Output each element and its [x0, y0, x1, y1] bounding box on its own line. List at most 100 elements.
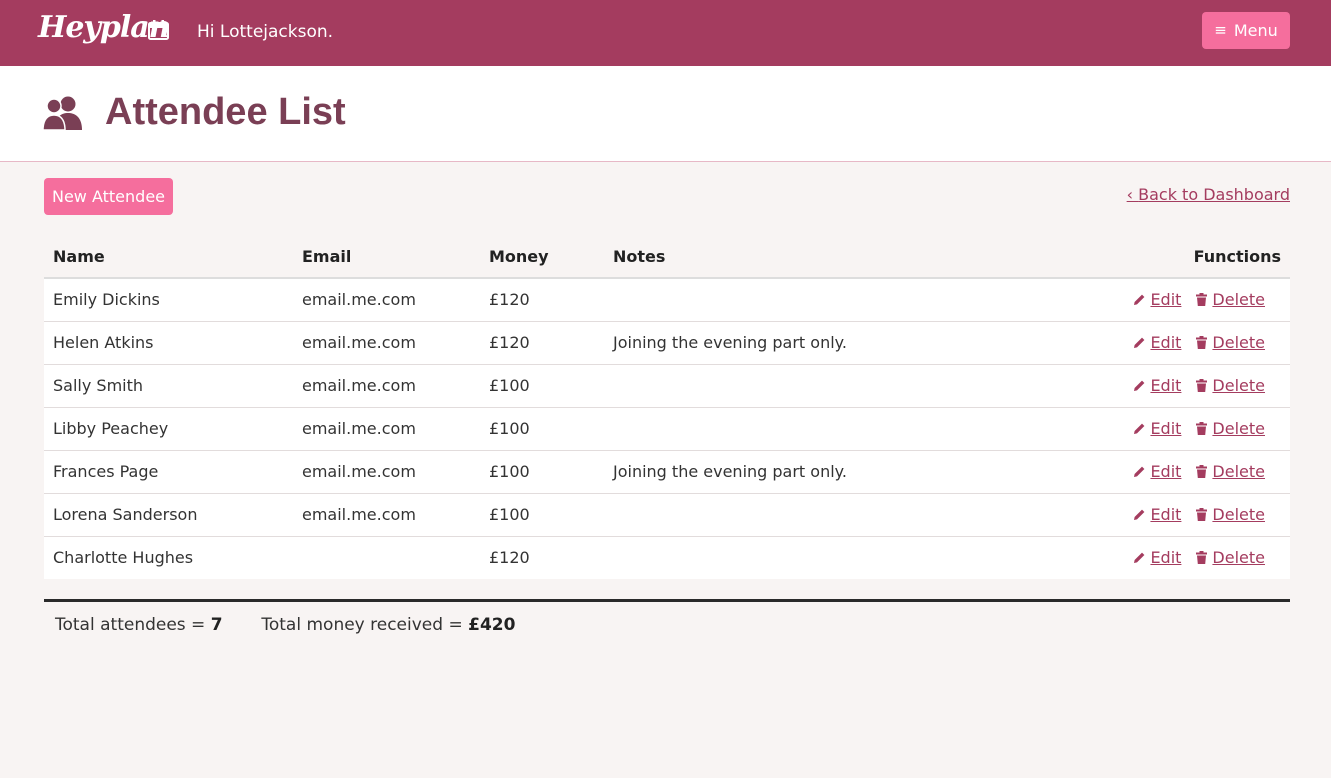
cell-functions: Edit Delete	[1024, 492, 1290, 536]
cell-functions: Edit Delete	[1024, 406, 1290, 450]
header-functions: Functions	[1024, 236, 1290, 279]
cell-email: email.me.com	[302, 290, 416, 310]
cell-notes: Joining the evening part only.	[604, 320, 1024, 364]
cell-functions: Edit Delete	[1024, 363, 1290, 407]
back-link-label: Back to Dashboard	[1138, 185, 1290, 204]
total-money-value: £420	[468, 615, 516, 635]
header-money: Money	[480, 236, 604, 279]
total-attendees-value: 7	[210, 615, 223, 635]
delete-label: Delete	[1212, 419, 1265, 438]
edit-label: Edit	[1150, 462, 1182, 481]
cell-name: Charlotte Hughes	[44, 535, 293, 579]
edit-label: Edit	[1150, 505, 1182, 524]
cell-money: £120	[489, 290, 530, 310]
new-attendee-button[interactable]: New Attendee	[44, 178, 173, 215]
delete-link[interactable]: Delete	[1195, 462, 1265, 481]
cell-name: Lorena Sanderson	[44, 492, 293, 536]
cell-notes	[604, 492, 1024, 536]
header-name: Name	[44, 236, 293, 279]
edit-link[interactable]: Edit	[1133, 505, 1181, 524]
table-row: Charlotte Hughes £120 Edit Delete	[44, 535, 1290, 579]
edit-link[interactable]: Edit	[1133, 548, 1181, 567]
cell-money: £120	[480, 535, 604, 579]
cell-functions: Edit Delete	[1024, 278, 1290, 321]
pencil-icon	[1134, 423, 1145, 434]
edit-label: Edit	[1150, 548, 1182, 568]
trash-icon	[1196, 465, 1208, 478]
header-notes: Notes	[604, 236, 1024, 279]
cell-email: email.me.com	[293, 363, 480, 407]
table-row: Frances Page email.me.com £100 Joining the …	[44, 449, 1290, 493]
cell-functions: Edit Delete	[1024, 320, 1290, 364]
total-attendees-label: Total attendees =	[55, 615, 211, 635]
cell-email: email.me.com	[293, 492, 480, 536]
delete-link[interactable]: Delete	[1195, 333, 1265, 352]
cell-name: Emily Dickins	[53, 290, 160, 310]
hamburger-icon: ≡	[1214, 21, 1227, 39]
edit-label: Edit	[1150, 290, 1182, 310]
top-bar: Heyplan Hi Lottejackson. ≡ Menu	[0, 0, 1331, 66]
edit-link[interactable]: Edit	[1133, 290, 1181, 309]
table-row: Helen Atkins email.me.com £120 Joining the …	[44, 320, 1290, 364]
table-divider	[44, 599, 1290, 602]
page-title: Attendee List	[105, 91, 346, 133]
cell-functions: Edit Delete	[1024, 449, 1290, 493]
edit-link[interactable]: Edit	[1133, 376, 1181, 395]
users-icon	[43, 96, 82, 131]
totals-summary: Total attendees = 7 Total money received…	[55, 615, 515, 635]
pencil-icon	[1134, 466, 1145, 477]
delete-label: Delete	[1212, 290, 1265, 310]
cell-notes: Joining the evening part only.	[604, 449, 1024, 493]
cell-functions: Edit Delete	[1024, 535, 1290, 579]
delete-link[interactable]: Delete	[1195, 548, 1265, 567]
total-money-label: Total money received =	[261, 615, 469, 635]
delete-label: Delete	[1212, 505, 1265, 524]
delete-link[interactable]: Delete	[1195, 376, 1265, 395]
cell-notes	[604, 363, 1024, 407]
cell-email: email.me.com	[293, 406, 480, 450]
cell-name: Sally Smith	[44, 363, 293, 407]
pencil-icon	[1134, 294, 1145, 306]
menu-button[interactable]: ≡ Menu	[1202, 12, 1290, 49]
user-greeting: Hi Lottejackson.	[197, 22, 334, 42]
edit-label: Edit	[1150, 376, 1182, 395]
edit-link[interactable]: Edit	[1133, 333, 1181, 352]
cell-money: £100	[480, 492, 604, 536]
delete-label: Delete	[1212, 333, 1265, 352]
cell-name: Libby Peachey	[44, 406, 293, 450]
cell-email	[293, 535, 480, 579]
pencil-icon	[1134, 509, 1145, 520]
attendee-table: Name Email Money Notes Functions Emily D…	[44, 236, 1290, 579]
trash-icon	[1196, 336, 1208, 349]
page-header: Attendee List	[0, 66, 1331, 162]
delete-link[interactable]: Delete	[1195, 290, 1265, 309]
cell-notes	[604, 535, 1024, 579]
cell-money: £100	[480, 449, 604, 493]
delete-label: Delete	[1212, 548, 1265, 568]
trash-icon	[1196, 508, 1208, 521]
calendar-icon	[148, 20, 169, 40]
pencil-icon	[1134, 380, 1145, 391]
cell-notes	[604, 278, 1024, 321]
table-row: Sally Smith email.me.com £100 Edit Delete	[44, 363, 1290, 407]
delete-link[interactable]: Delete	[1195, 419, 1265, 438]
table-row: Emily Dickins email.me.com £120 Edit Delete	[44, 278, 1290, 321]
trash-icon	[1196, 379, 1208, 392]
cell-name: Helen Atkins	[44, 320, 293, 364]
chevron-left-icon: ‹	[1126, 185, 1139, 204]
table-header-row: Name Email Money Notes Functions	[44, 236, 1290, 279]
edit-link[interactable]: Edit	[1133, 419, 1181, 438]
cell-notes	[604, 406, 1024, 450]
delete-label: Delete	[1212, 462, 1265, 481]
cell-email: email.me.com	[293, 449, 480, 493]
delete-link[interactable]: Delete	[1195, 505, 1265, 524]
trash-icon	[1196, 293, 1208, 307]
edit-link[interactable]: Edit	[1133, 462, 1181, 481]
edit-label: Edit	[1150, 419, 1182, 438]
cell-money: £100	[480, 406, 604, 450]
pencil-icon	[1134, 337, 1145, 348]
pencil-icon	[1134, 552, 1145, 564]
table-row: Libby Peachey email.me.com £100 Edit Delete	[44, 406, 1290, 450]
back-to-dashboard-link[interactable]: ‹ Back to Dashboard	[1127, 185, 1290, 204]
header-email: Email	[293, 236, 480, 279]
